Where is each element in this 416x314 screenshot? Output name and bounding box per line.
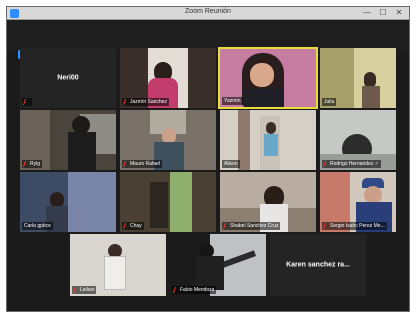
participant-tile-shabel[interactable]: Shabel Sanchez Cruz <box>220 172 316 232</box>
participant-tile-rylg[interactable]: Rylg <box>20 110 116 170</box>
participant-tile-sergio[interactable]: Sergio Isahc Perez Me... <box>320 172 396 232</box>
window-title: Zoom Reunión <box>185 8 231 15</box>
participant-label: Fabio Mendoza <box>172 286 217 294</box>
close-button[interactable]: ✕ <box>391 7 407 19</box>
participant-label: Rodrigo Hernandez ✓ <box>322 160 381 168</box>
mic-muted-icon <box>122 223 130 229</box>
participant-tile-neri00[interactable]: Neri00 <box>20 48 116 108</box>
title-bar: Zoom Reunión — ☐ ✕ <box>7 7 409 20</box>
participant-label: Alison <box>222 160 240 168</box>
mic-muted-icon <box>22 99 30 105</box>
participant-label: Jazmín Sanchez <box>122 98 169 106</box>
participant-name: Rylg <box>30 161 41 167</box>
participant-label: Mauro Rafael <box>122 160 163 168</box>
participant-label <box>22 98 32 106</box>
participant-label: Shabel Sanchez Cruz <box>222 222 281 230</box>
participant-name: Alison <box>224 161 238 167</box>
participant-name: Fabio Mendoza <box>180 287 215 293</box>
maximize-button[interactable]: ☐ <box>375 7 391 19</box>
participant-tile-mauro[interactable]: Mauro Rafael <box>120 110 216 170</box>
participant-tile-chay[interactable]: Chay <box>120 172 216 232</box>
participant-tile-yazmin[interactable]: Yazmín <box>218 47 318 109</box>
participant-name: Yazmín <box>224 98 241 104</box>
participant-name: Mauro Rafael <box>130 161 161 167</box>
participant-label: Rylg <box>22 160 43 168</box>
participant-name: Karen sanchez ra... <box>286 261 350 269</box>
participant-name: Julia <box>324 99 335 105</box>
participant-name: Chay <box>130 223 142 229</box>
mic-muted-icon <box>22 161 30 167</box>
participant-name: Rodrigo Hernandez ✓ <box>330 161 379 167</box>
mic-muted-icon <box>172 287 180 293</box>
participant-label: Sergio Isahc Perez Me... <box>322 222 387 230</box>
participant-tile-leilani[interactable]: Leilani <box>70 234 166 296</box>
participant-name: Leilani <box>80 287 95 293</box>
mic-muted-icon <box>222 223 230 229</box>
participant-label: Yazmín <box>222 97 243 105</box>
participant-tile-carla[interactable]: Carla gpbce <box>20 172 116 232</box>
top-bar <box>7 21 409 51</box>
participant-name: Carla gpbce <box>24 223 51 229</box>
participant-name: Sergio Isahc Perez Me... <box>330 223 385 229</box>
participant-tile-rodrigo[interactable]: Rodrigo Hernandez ✓ <box>320 110 396 170</box>
minimize-button[interactable]: — <box>359 7 375 19</box>
participant-tile-alison[interactable]: Alison <box>220 110 316 170</box>
participant-tile-karen[interactable]: Karen sanchez ra... <box>270 234 366 296</box>
participant-tile-fabio[interactable]: Fabio Mendoza <box>170 234 266 296</box>
participant-label: Chay <box>122 222 144 230</box>
mic-muted-icon <box>322 161 330 167</box>
mic-muted-icon <box>122 99 130 105</box>
participant-tile-jazmin[interactable]: Jazmín Sanchez <box>120 48 216 108</box>
mic-muted-icon <box>72 287 80 293</box>
participant-label: Carla gpbce <box>22 222 53 230</box>
participant-name: Neri00 <box>57 74 79 82</box>
participant-name: Shabel Sanchez Cruz <box>230 223 279 229</box>
participant-label: Julia <box>322 98 337 106</box>
mic-muted-icon <box>322 223 330 229</box>
participant-tile-julia[interactable]: Julia <box>320 48 396 108</box>
mic-muted-icon <box>122 161 130 167</box>
participant-label: Leilani <box>72 286 97 294</box>
participant-name: Jazmín Sanchez <box>130 99 167 105</box>
